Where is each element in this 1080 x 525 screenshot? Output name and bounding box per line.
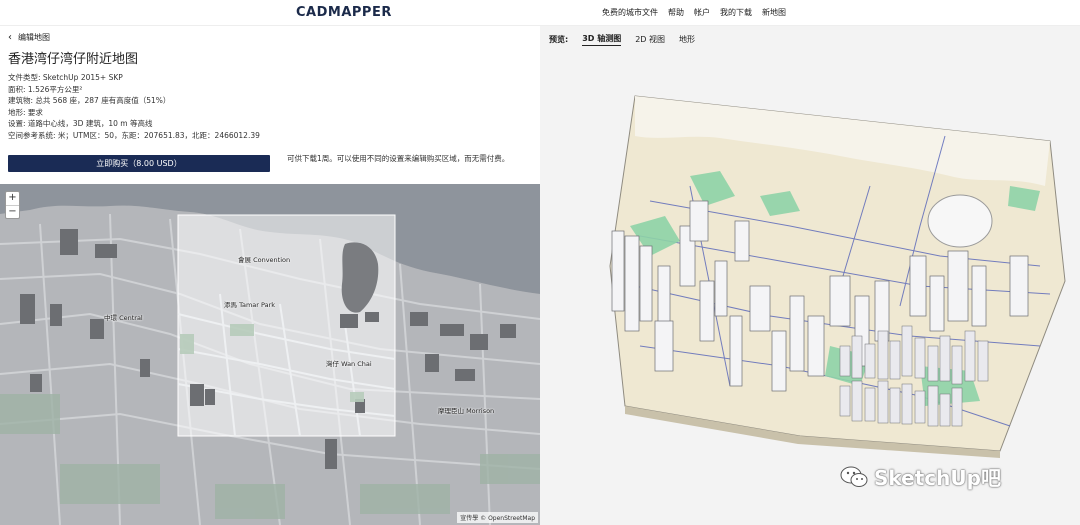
- nav-new-map[interactable]: 新地图: [762, 7, 786, 18]
- watermark: SketchUp吧: [840, 462, 1001, 491]
- file-metadata: 文件类型: SketchUp 2015+ SKP 面积: 1.526平方公里² …: [8, 72, 260, 142]
- preview-label: 预览:: [549, 35, 569, 44]
- nav-account[interactable]: 帐户: [694, 7, 710, 18]
- tab-3d-axonometric[interactable]: 3D 轴测图: [582, 33, 622, 46]
- preview-tabs: 预览: 3D 轴测图 2D 视图 地形: [549, 33, 695, 46]
- edit-map-link[interactable]: ‹ 编辑地图: [8, 32, 50, 43]
- meta-crs: 空间参考系统: 米；UTM区：50，东距：207651.83，北距：246601…: [8, 130, 260, 140]
- zoom-control: + −: [5, 191, 20, 219]
- top-bar: CADMAPPER 免费的城市文件 帮助 帐户 我的下载 新地图: [0, 0, 1080, 26]
- meta-area: 面积: 1.526平方公里²: [8, 84, 83, 94]
- nav-free-city-files[interactable]: 免费的城市文件: [602, 7, 658, 18]
- label-expo: 會展 Convention: [238, 256, 291, 264]
- download-note: 可供下载1周。可以使用不同的设置来编辑购买区域，而无需付费。: [287, 154, 510, 163]
- 3d-axonometric-render[interactable]: [540, 26, 1080, 525]
- meta-buildings: 建筑物: 总共 568 座，287 座有高度值（51%）: [8, 96, 171, 106]
- watermark-text: SketchUp吧: [874, 466, 1001, 490]
- map-canvas[interactable]: [0, 184, 540, 525]
- tab-2d-view[interactable]: 2D 视图: [635, 34, 665, 45]
- label-tamar: 添馬 Tamar Park: [224, 301, 276, 309]
- label-central: 中環 Central: [104, 314, 143, 322]
- wechat-icon: [840, 466, 868, 487]
- page-title: 香港湾仔湾仔附近地图: [8, 52, 139, 67]
- map-attribution[interactable]: 宣传學 © OpenStreetMap: [457, 512, 538, 523]
- edit-map-label: 编辑地图: [18, 33, 50, 42]
- nav-help[interactable]: 帮助: [668, 7, 684, 18]
- zoom-out-button[interactable]: −: [6, 205, 19, 218]
- buy-now-button[interactable]: 立即购买（8.00 USD）: [8, 155, 270, 172]
- area-map[interactable]: 中環 Central 灣仔 Wan Chai 摩理臣山 Morrison 添馬 …: [0, 184, 540, 525]
- tab-terrain[interactable]: 地形: [679, 34, 695, 45]
- meta-file-type: 文件类型: SketchUp 2015+ SKP: [8, 73, 123, 82]
- app-root: CADMAPPER 免费的城市文件 帮助 帐户 我的下载 新地图 ‹ 编辑地图 …: [0, 0, 1080, 525]
- label-wanchai: 灣仔 Wan Chai: [326, 360, 372, 368]
- meta-terrain: 地形: 要求: [8, 107, 43, 117]
- nav-my-downloads[interactable]: 我的下载: [720, 7, 752, 18]
- label-morrison: 摩理臣山 Morrison: [438, 407, 495, 415]
- preview-panel: 预览: 3D 轴测图 2D 视图 地形 SketchUp吧: [540, 26, 1080, 525]
- cadmapper-logo[interactable]: CADMAPPER: [296, 5, 392, 20]
- zoom-in-button[interactable]: +: [6, 192, 19, 205]
- top-nav: 免费的城市文件 帮助 帐户 我的下载 新地图: [602, 7, 786, 18]
- meta-settings: 设置: 道路中心线，3D 建筑，10 m 等高线: [8, 119, 153, 129]
- chevron-left-icon: ‹: [8, 31, 12, 43]
